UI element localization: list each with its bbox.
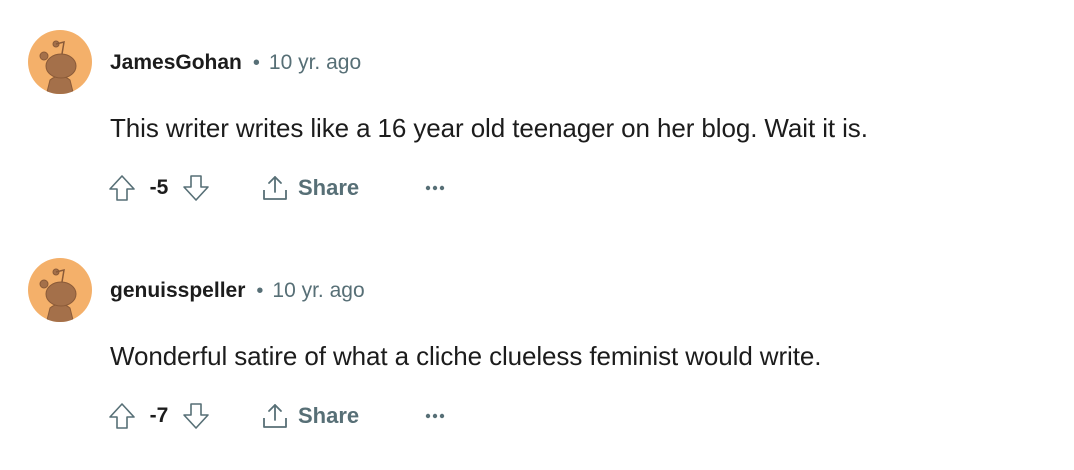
share-button[interactable]: Share [248, 394, 371, 438]
share-label: Share [298, 403, 360, 428]
separator-dot: • [252, 52, 260, 74]
timestamp[interactable]: 10 yr. ago [272, 279, 364, 303]
comment-text: This writer writes like a 16 year old te… [110, 113, 868, 143]
upvote-button[interactable] [100, 394, 144, 438]
more-options-button[interactable] [413, 394, 457, 438]
comment-meta: genuisspeller • 10 yr. ago [110, 277, 365, 305]
upvote-arrow-icon [109, 403, 135, 429]
author-name[interactable]: genuisspeller [110, 279, 245, 303]
comment-text: Wonderful satire of what a cliche cluele… [110, 341, 822, 371]
share-label: Share [298, 175, 360, 200]
downvote-arrow-icon [183, 403, 209, 429]
upvote-button[interactable] [100, 166, 144, 210]
downvote-button[interactable] [174, 394, 218, 438]
snoo-avatar-icon [28, 30, 92, 94]
separator-dot: • [256, 280, 264, 302]
more-options-button[interactable] [413, 166, 457, 210]
vote-score: -7 [149, 404, 169, 427]
author-name[interactable]: JamesGohan [110, 51, 242, 75]
upvote-arrow-icon [109, 175, 135, 201]
share-button[interactable]: Share [248, 166, 371, 210]
downvote-button[interactable] [174, 166, 218, 210]
share-icon [263, 404, 287, 428]
overflow-dots-icon [425, 413, 445, 419]
avatar[interactable] [28, 30, 92, 94]
vote-score: -5 [149, 176, 169, 199]
downvote-arrow-icon [183, 175, 209, 201]
overflow-dots-icon [425, 185, 445, 191]
timestamp[interactable]: 10 yr. ago [269, 51, 361, 75]
comment: genuisspeller • 10 yr. ago Wonderful sat… [0, 228, 1074, 456]
share-icon [263, 176, 287, 200]
comment-actions: -7 Share [100, 394, 457, 438]
comment-actions: -5 Share [100, 166, 457, 210]
comment: JamesGohan • 10 yr. ago This writer writ… [0, 0, 1074, 228]
snoo-avatar-icon [28, 258, 92, 322]
comment-meta: JamesGohan • 10 yr. ago [110, 49, 361, 77]
avatar[interactable] [28, 258, 92, 322]
